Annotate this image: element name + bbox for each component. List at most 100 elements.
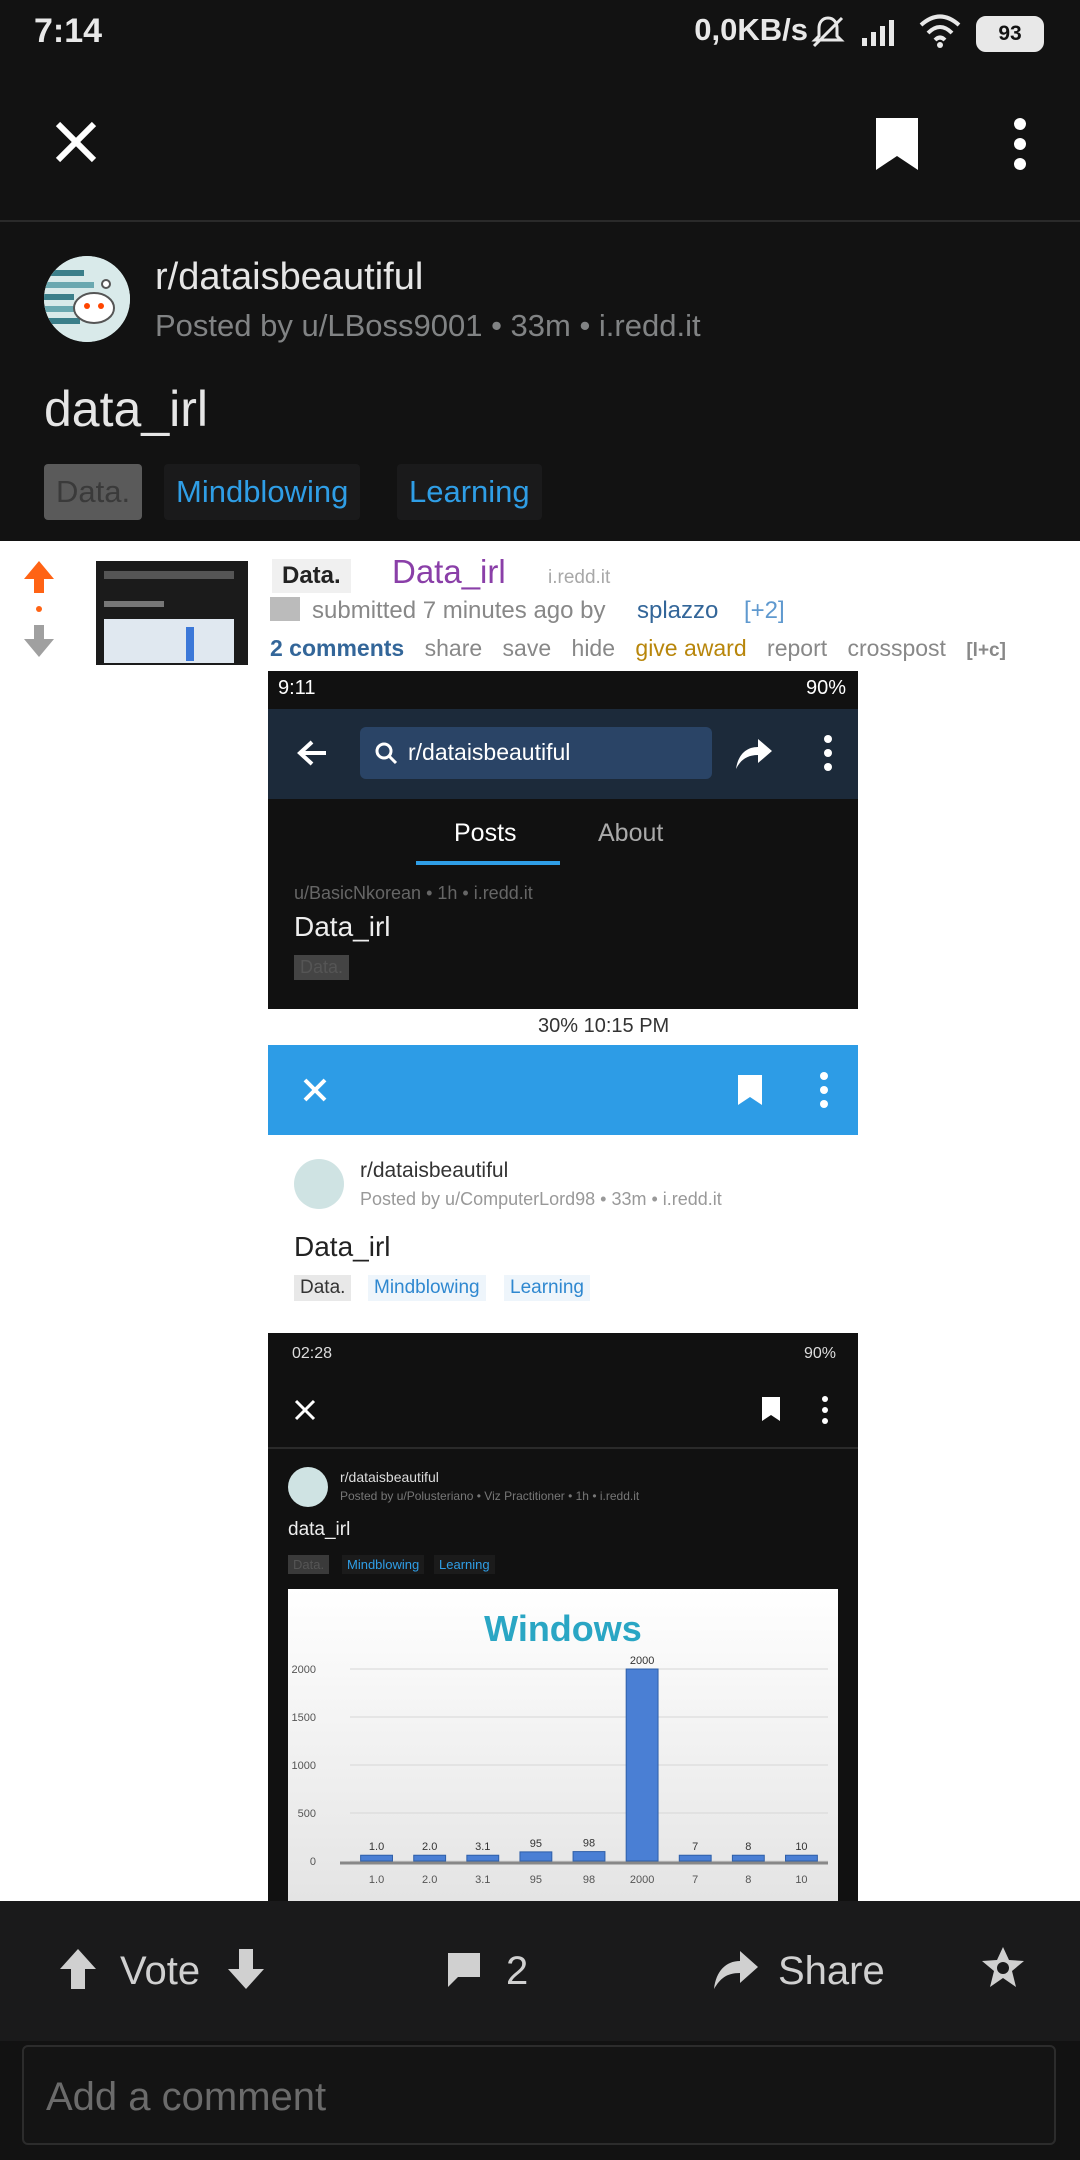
data-label: 8 [745,1841,751,1853]
old-domain[interactable]: i.redd.it [548,567,610,589]
back-icon [297,740,326,766]
x-tick-label: 8 [745,1874,751,1886]
share-icon[interactable] [712,1947,760,1991]
more-vertical-icon [824,735,832,771]
s1-search-text: r/dataisbeautiful [408,739,571,765]
x-tick-label: 3.1 [475,1874,490,1886]
s2-flair-mindblowing: Mindblowing [368,1275,486,1301]
y-tick-label: 1000 [292,1760,316,1772]
old-link-lc[interactable]: [l+c] [966,640,1006,661]
subreddit-name[interactable]: r/dataisbeautiful [155,256,423,299]
x-tick-label: 1.0 [369,1874,384,1886]
comments-count[interactable]: 2 [506,1949,528,1994]
upvote-icon[interactable] [58,1947,98,1991]
x-tick-label: 7 [692,1874,698,1886]
mute-icon [811,16,845,48]
status-bar: 7:14 0,0KB/s 93 [0,0,1080,66]
s2-subreddit: r/dataisbeautiful [360,1159,509,1182]
s2-title: Data_irl [294,1231,391,1262]
s3-time: 02:28 [292,1345,333,1362]
share-label[interactable]: Share [778,1949,885,1994]
s2-toolbar [268,1045,858,1135]
wifi-icon [919,14,961,48]
old-link-give-award[interactable]: give award [635,635,746,661]
data-label: 1.0 [369,1841,384,1853]
data-label: 10 [795,1841,807,1853]
data-label: 98 [583,1838,595,1850]
s3-flair-data: Data. [288,1555,330,1574]
flair-data[interactable]: Data. [44,464,143,520]
data-label: 7 [692,1841,698,1853]
old-title[interactable]: Data_irl [392,553,506,591]
old-link-report[interactable]: report [767,635,827,661]
nested-screenshot-3: 02:28 90% r/dataisbeautiful Posted by u/… [268,1333,858,1901]
x-tick-label: 98 [583,1874,595,1886]
s1-tab-about: About [598,819,664,847]
image-icon [270,597,300,621]
more-vertical-icon[interactable] [1008,116,1032,172]
bookmark-icon [738,1075,762,1105]
post-meta: Posted by u/LBoss9001 • 33m • i.redd.it [155,308,701,343]
old-submitted: submitted 7 minutes ago by [312,597,606,624]
award-icon[interactable] [980,1945,1026,1991]
post-image[interactable]: Data. Data_irl i.redd.it submitted 7 min… [0,541,1080,1901]
old-link-hide[interactable]: hide [572,635,615,661]
more-vertical-icon [820,1072,828,1108]
subreddit-avatar[interactable] [44,256,130,342]
nested-screenshot-2: 30% 10:15 PM r/dataisbeautiful Posted by… [268,1009,858,1310]
old-links: 2 comments share save hide give award re… [270,635,1006,662]
chart-bar [360,1854,393,1862]
y-tick-label: 0 [310,1856,316,1868]
y-tick-label: 1500 [292,1712,316,1724]
s1-time: 9:11 [278,677,316,699]
old-link-comments[interactable]: 2 comments [270,635,404,661]
y-tick-label: 2000 [292,1664,316,1676]
y-tick-label: 500 [298,1808,316,1820]
flair-learning[interactable]: Learning [397,464,542,520]
share-icon [736,739,772,769]
chart-bar [413,1854,447,1862]
flair-mindblowing[interactable]: Mindblowing [164,464,361,520]
s3-avatar [288,1467,328,1507]
old-link-crosspost[interactable]: crosspost [848,635,946,661]
data-label: 95 [530,1838,542,1850]
chart-bar [625,1668,659,1862]
s3-subreddit: r/dataisbeautiful [340,1469,439,1485]
status-time: 7:14 [34,12,103,50]
x-tick-label: 2.0 [422,1874,437,1886]
thumbnail [96,561,248,665]
downvote-icon[interactable] [226,1947,266,1991]
s1-tab-indicator [416,861,560,865]
chart-bar [519,1851,553,1862]
nested-screenshot-1: 9:11 90% r/dataisbeautiful Posts About u… [268,671,858,1009]
old-user[interactable]: splazzo [637,597,718,625]
comment-input[interactable]: Add a comment [22,2045,1056,2145]
s1-tab-posts: Posts [454,819,517,847]
old-flair: Data. [272,559,351,593]
battery-icon: 93 [976,16,1044,52]
s3-title: data_irl [288,1519,351,1540]
old-tag: [+2] [744,597,785,624]
close-icon[interactable] [52,118,100,166]
s1-search-field: r/dataisbeautiful [360,727,712,779]
old-link-share[interactable]: share [425,635,483,661]
s1-title: Data_irl [294,911,391,942]
x-tick-label: 2000 [630,1874,654,1886]
bookmark-icon[interactable] [872,114,922,174]
comment-icon[interactable] [444,1949,484,1989]
vote-label: Vote [120,1949,201,1993]
s2-status: 30% 10:15 PM [538,1015,670,1037]
data-label: 3.1 [475,1841,490,1853]
bottom-action-bar: Vote 2 Share [0,1901,1080,2041]
search-icon [375,742,398,765]
comment-placeholder: Add a comment [46,2075,327,2119]
s1-meta: u/BasicNkorean • 1h • i.redd.it [294,883,533,903]
s1-battery: 90% [805,677,846,699]
upvote-downvote-icon [24,561,54,657]
top-toolbar [0,66,1080,222]
windows-bar-chart: Windows 2000 1500 1000 500 0 1.0 2.0 3.1 95 98 20… [288,1589,838,1901]
s2-avatar [294,1159,344,1209]
s3-flair-learning: Learning [434,1555,495,1574]
old-link-save[interactable]: save [503,635,552,661]
s1-toolbar: r/dataisbeautiful [268,709,858,799]
